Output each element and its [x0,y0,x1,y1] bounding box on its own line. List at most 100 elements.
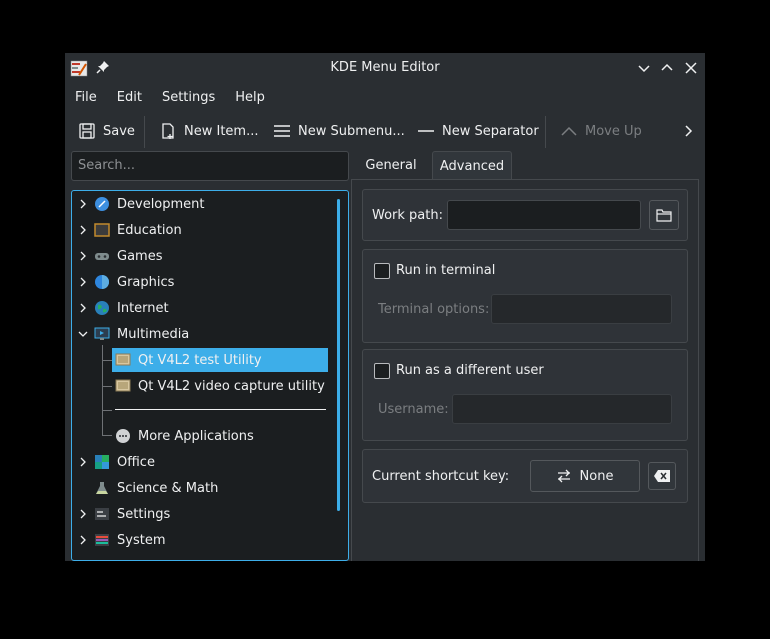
save-button[interactable]: Save [78,114,135,148]
tree-item-internet[interactable]: Internet [94,296,169,320]
menu-help[interactable]: Help [225,84,275,110]
tree-item-label: Multimedia [117,326,190,342]
tree-item-science-math[interactable]: Science & Math [94,476,218,500]
office-icon [95,455,109,469]
menu-file[interactable]: File [65,84,107,110]
move-up-label: Move Up [585,123,642,139]
toolbar-overflow-button[interactable] [682,114,703,148]
tree-scrollbar[interactable] [337,199,340,511]
work-path-input[interactable] [447,200,641,230]
qv4l2-icon [115,353,131,366]
terminal-group: Run in terminal Terminal options: [362,249,688,343]
tree-item-label: More Applications [138,428,254,444]
system-icon [95,534,109,546]
settings-icon [95,508,109,520]
menu-tree[interactable]: Development Education Games Graphics Int… [71,190,349,561]
move-up-button[interactable]: Move Up [560,114,642,148]
tree-item-label: Internet [117,300,169,316]
close-icon[interactable] [682,59,700,77]
minimize-icon[interactable] [635,59,653,77]
science-icon [96,482,108,494]
tree-item-qt-v4l2-video-capture-utility[interactable]: Qt V4L2 video capture utility [115,374,325,398]
shortcut-button[interactable]: None [530,460,640,492]
tree-item-label: Qt V4L2 test Utility [138,352,262,368]
work-path-group: Work path: [362,189,688,241]
run-in-terminal-checkbox[interactable] [374,263,390,279]
development-icon [95,197,109,211]
tree-item-label: System [117,532,166,548]
multimedia-icon [94,327,110,340]
run-in-terminal-label[interactable]: Run in terminal [396,263,495,278]
run-as-different-user-checkbox[interactable] [374,363,390,379]
search-input[interactable]: Search... [71,151,349,181]
chevron-right-icon[interactable] [78,277,88,287]
menu-bar: File Edit Settings Help [65,84,705,110]
tree-item-label: Office [117,454,155,470]
tree-item-settings[interactable]: Settings [94,502,170,526]
tree-item-label: Qt V4L2 video capture utility [138,378,325,394]
menu-edit[interactable]: Edit [107,84,152,110]
advanced-tab-panel: Work path: Run in terminal Terminal opti… [351,179,699,561]
save-icon [79,123,95,139]
tree-branch-line [102,345,103,435]
terminal-options-label: Terminal options: [378,302,490,317]
tree-item-more-applications[interactable]: More Applications [115,424,254,448]
toolbar: Save New Item... New Submenu... New Sepa… [65,114,705,148]
tree-item-label: Education [117,222,182,238]
chevron-right-icon[interactable] [78,303,88,313]
tree-item-label: Science & Math [117,480,219,496]
tree-item-office[interactable]: Office [94,450,155,474]
tree-branch-line [102,360,112,361]
shortcut-label: Current shortcut key: [372,469,510,484]
tree-item-label: Graphics [117,274,175,290]
new-item-label: New Item... [184,123,259,139]
new-separator-icon [418,130,434,132]
tab-advanced[interactable]: Advanced [432,151,512,179]
tree-item-system[interactable]: System [94,528,165,552]
internet-icon [95,301,109,315]
shortcut-value: None [579,468,614,484]
toolbar-separator [545,116,546,148]
shortcut-group: Current shortcut key: None [362,449,688,503]
menu-settings[interactable]: Settings [152,84,225,110]
tree-item-label: Development [117,196,205,212]
chevron-right-icon[interactable] [78,535,88,545]
browse-folder-button[interactable] [649,200,679,230]
tree-item-education[interactable]: Education [94,218,182,242]
qvidcap-icon [115,379,131,392]
work-path-label: Work path: [372,208,443,223]
clear-shortcut-button[interactable] [648,462,676,490]
tree-item-label: Games [117,248,163,264]
tab-general[interactable]: General [351,151,431,179]
tree-item-graphics[interactable]: Graphics [94,270,174,294]
new-separator-button[interactable]: New Separator [417,114,539,148]
username-label: Username: [378,402,449,417]
username-input[interactable] [452,394,672,424]
chevron-down-icon[interactable] [78,329,88,339]
tree-item-development[interactable]: Development [94,192,205,216]
arrow-up-icon [561,126,577,136]
different-user-group: Run as a different user Username: [362,349,688,441]
chevron-right-icon[interactable] [78,199,88,209]
new-submenu-button[interactable]: New Submenu... [273,114,405,148]
chevron-right-icon[interactable] [78,251,88,261]
tree-item-qt-v4l2-test-utility[interactable]: Qt V4L2 test Utility [112,348,328,372]
new-submenu-icon [274,125,290,137]
folder-open-icon [656,209,672,222]
tree-item-label: Settings [117,506,171,522]
games-icon [95,253,109,260]
terminal-options-input[interactable] [491,294,672,324]
chevron-right-icon[interactable] [78,457,88,467]
new-item-button[interactable]: New Item... [159,114,258,148]
tree-separator-item[interactable] [115,409,326,410]
toolbar-separator [144,116,145,148]
chevron-right-icon[interactable] [78,509,88,519]
run-as-different-user-label[interactable]: Run as a different user [396,363,544,378]
chevron-right-icon [685,125,693,137]
main-window: KDE Menu Editor File Edit Settings Help … [65,53,705,561]
tree-item-games[interactable]: Games [94,244,162,268]
chevron-right-icon[interactable] [78,225,88,235]
maximize-icon[interactable] [658,59,676,77]
tree-item-multimedia[interactable]: Multimedia [94,322,189,346]
new-separator-label: New Separator [442,123,539,139]
